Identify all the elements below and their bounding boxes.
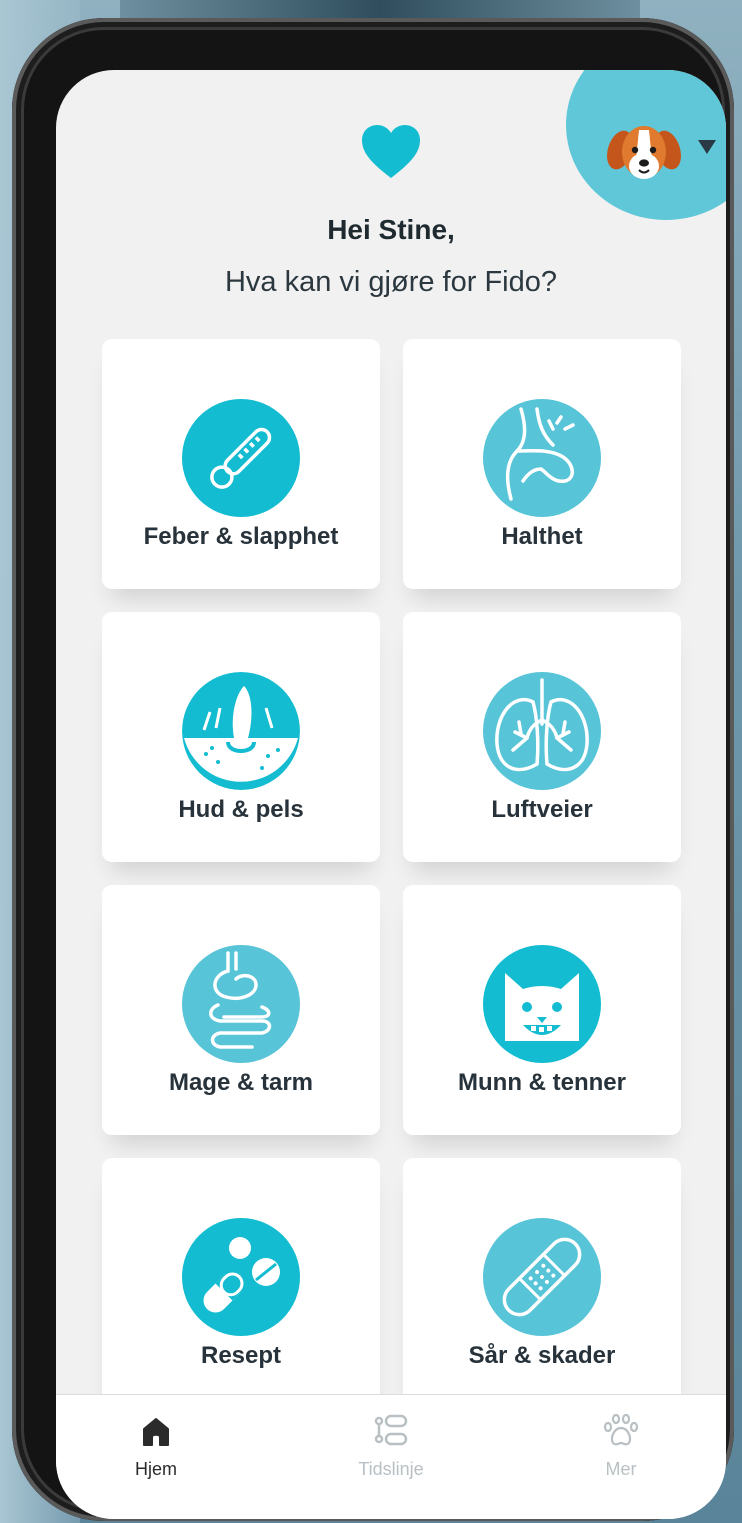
paw-leg-icon: [483, 399, 601, 517]
card-halthet[interactable]: Halthet: [403, 339, 681, 589]
greeting: Hei Stine,: [327, 214, 455, 245]
stomach-icon: [182, 945, 300, 1063]
card-feber-slapphet[interactable]: Feber & slapphet: [102, 339, 380, 589]
timeline-icon: [373, 1413, 409, 1449]
nav-item-mer[interactable]: Mer: [521, 1395, 721, 1505]
pills-icon: [182, 1218, 300, 1336]
nav-label: Tidslinje: [358, 1459, 424, 1479]
nav-item-tidslinje[interactable]: Tidslinje: [291, 1395, 491, 1505]
cat-face-icon: [483, 945, 601, 1063]
card-sar-skader[interactable]: Sår & skader: [403, 1158, 681, 1408]
nav-item-hjem[interactable]: Hjem: [56, 1395, 256, 1505]
bottom-nav: Hjem Tidslinje Mer: [56, 1394, 726, 1519]
thermometer-icon: [182, 399, 300, 517]
dog-avatar-icon[interactable]: [606, 120, 682, 186]
card-luftveier[interactable]: Luftveier: [403, 612, 681, 862]
card-label: Luftveier: [491, 796, 593, 823]
card-label: Mage & tarm: [168, 1069, 314, 1096]
home-icon: [138, 1413, 174, 1449]
app-screen: Hei Stine, Hva kan vi gjøre for Fido? Fe…: [56, 70, 726, 1519]
paw-icon: [603, 1413, 639, 1449]
lungs-icon: [483, 672, 601, 790]
nav-label: Mer: [605, 1459, 637, 1479]
card-label: Munn & tenner: [458, 1069, 626, 1096]
card-mage-tarm[interactable]: Mage & tarm: [102, 885, 380, 1135]
phone-frame: Hei Stine, Hva kan vi gjøre for Fido? Fe…: [12, 18, 734, 1521]
card-resept[interactable]: Resept: [102, 1158, 380, 1408]
card-label: Feber & slapphet: [143, 523, 339, 550]
card-munn-tenner[interactable]: Munn & tenner: [403, 885, 681, 1135]
card-label: Resept: [200, 1342, 282, 1369]
card-label: Hud & pels: [178, 796, 304, 823]
card-label: Halthet: [501, 523, 583, 550]
subtitle: Hva kan vi gjøre for Fido?: [224, 266, 557, 298]
card-label: Sår & skader: [468, 1342, 616, 1369]
card-hud-pels[interactable]: Hud & pels: [102, 612, 380, 862]
avatar-dropdown-caret-icon[interactable]: [698, 140, 716, 154]
nav-label: Hjem: [134, 1459, 177, 1479]
bandage-icon: [483, 1218, 601, 1336]
skin-hair-icon: [182, 672, 300, 790]
heart-logo-icon: [360, 124, 422, 180]
